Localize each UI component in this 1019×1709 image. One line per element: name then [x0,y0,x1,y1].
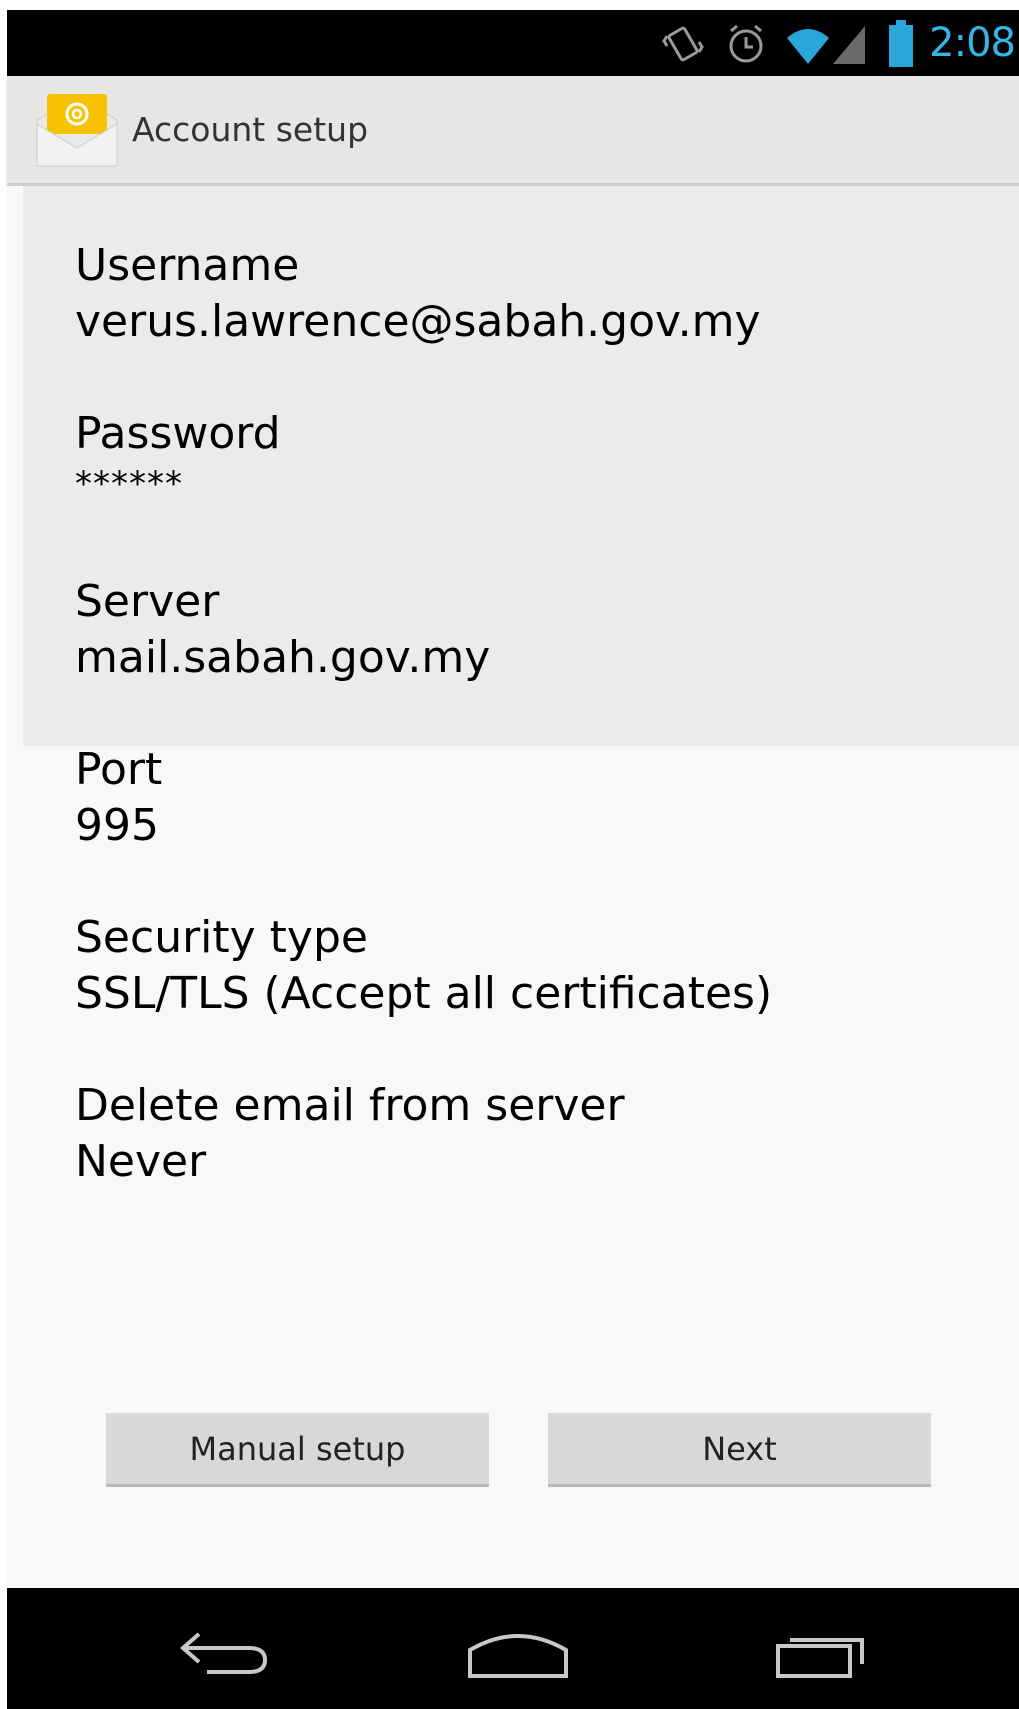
password-field: Password ****** [75,406,281,506]
port-field: Port 995 [75,742,162,854]
port-label: Port [75,744,163,795]
delete-policy-field: Delete email from server Never [75,1078,625,1190]
recent-apps-button[interactable] [720,1588,920,1709]
port-value: 995 [75,800,159,851]
next-button[interactable]: Next [548,1413,931,1487]
signal-icon [833,26,865,64]
action-bar: Account setup [7,76,1019,186]
delete-policy-value: Never [75,1136,207,1187]
status-bar: 2:08 [7,10,1019,76]
home-button[interactable] [418,1588,618,1709]
screen-title: Account setup [132,110,369,149]
wifi-icon [787,29,829,64]
delete-policy-label: Delete email from server [75,1080,625,1131]
back-button[interactable] [127,1588,327,1709]
recent-apps-icon [776,1638,864,1678]
username-label: Username [75,240,300,291]
server-label: Server [75,576,220,627]
navigation-bar [7,1588,1019,1709]
email-app-icon [36,94,118,167]
battery-icon [889,20,913,67]
username-field: Username verus.lawrence@sabah.gov.my [75,238,761,350]
vibrate-icon [662,26,704,62]
alarm-icon [729,24,763,63]
server-value: mail.sabah.gov.my [75,632,491,683]
security-type-label: Security type [75,912,368,963]
username-value: verus.lawrence@sabah.gov.my [75,296,761,347]
status-time: 2:08 [929,20,1016,66]
home-icon [468,1634,568,1678]
manual-setup-button[interactable]: Manual setup [106,1413,489,1487]
back-icon [179,1632,268,1674]
password-value: ****** [75,464,183,504]
security-type-field: Security type SSL/TLS (Accept all certif… [75,910,772,1022]
password-label: Password [75,408,281,459]
security-type-value: SSL/TLS (Accept all certificates) [75,968,773,1019]
server-field: Server mail.sabah.gov.my [75,574,490,686]
account-summary: Username verus.lawrence@sabah.gov.my Pas… [7,186,1019,1588]
